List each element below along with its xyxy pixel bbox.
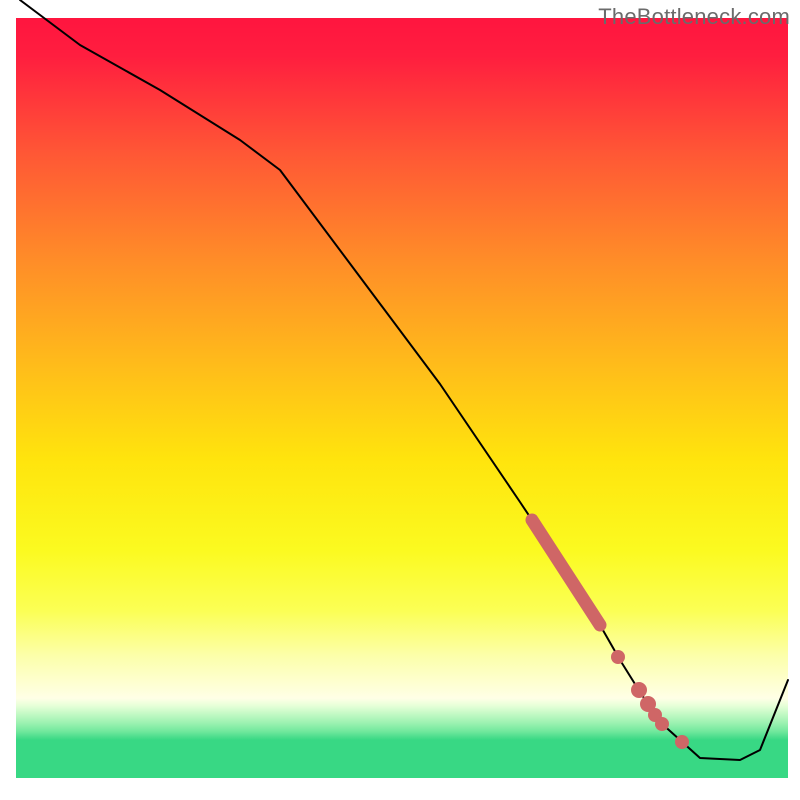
chart-container: TheBottleneck.com <box>0 0 800 800</box>
highlight-dot <box>611 650 625 664</box>
bottleneck-chart <box>0 0 800 800</box>
highlight-dot <box>631 682 647 698</box>
highlight-dot <box>655 717 669 731</box>
highlight-dot <box>675 735 689 749</box>
plot-background <box>16 18 788 778</box>
watermark-text: TheBottleneck.com <box>598 4 790 30</box>
